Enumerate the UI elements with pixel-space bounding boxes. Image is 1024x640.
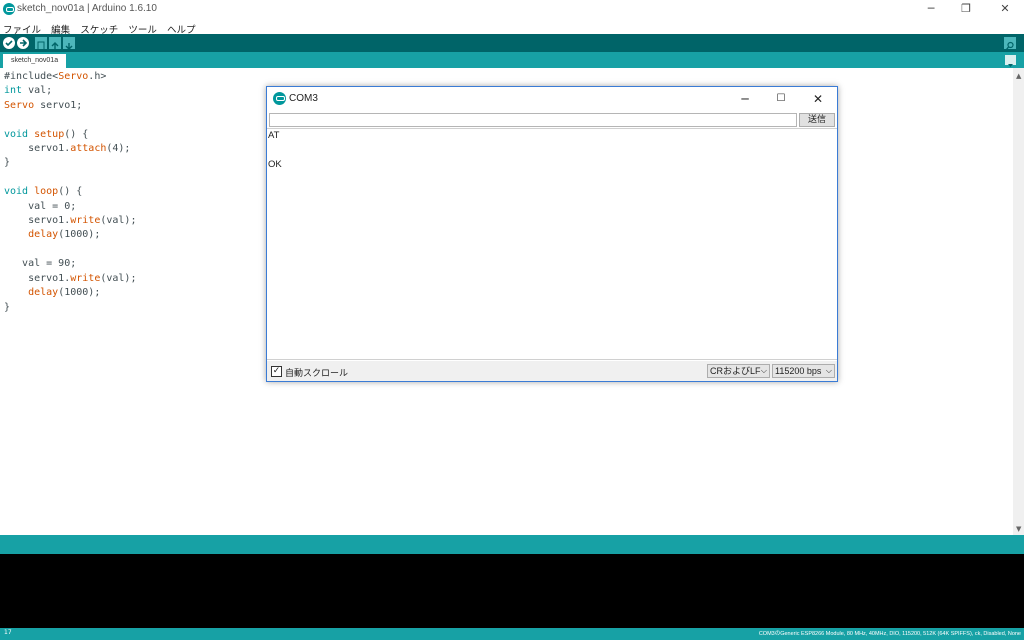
window-titlebar: sketch_nov01a | Arduino 1.6.10 ─ ❐ ✕ [0, 0, 1024, 18]
send-button[interactable]: 送信 [799, 113, 835, 127]
code-line: val = 0; [4, 200, 77, 212]
code-line: void loop() { [4, 186, 83, 198]
output-line: OK [268, 159, 282, 170]
code-line: val = 90; [4, 258, 77, 270]
editor-scrollbar[interactable]: ▲ ▼ [1013, 68, 1024, 535]
code-line: servo1.attach(4); [4, 143, 131, 155]
arrow-down-icon [65, 43, 73, 50]
code-line: } [4, 301, 11, 313]
upload-button[interactable] [17, 37, 29, 49]
serial-close-button[interactable]: ✕ [803, 90, 833, 108]
autoscroll-checkbox[interactable]: ✓ [271, 366, 282, 377]
console-divider[interactable] [0, 535, 1024, 554]
magnifier-icon [1005, 41, 1014, 50]
code-text: #include<Servo.h> int val; Servo servo1; v… [4, 70, 136, 315]
tab-menu-button[interactable] [1005, 55, 1016, 67]
serial-minimize-button[interactable]: ─ [730, 90, 760, 108]
status-bar: 17 COM3のGeneric ESP8266 Module, 80 MHz, … [0, 628, 1024, 640]
minimize-button[interactable]: ─ [914, 0, 948, 18]
code-line: delay(1000); [28, 229, 101, 241]
scroll-down-icon[interactable]: ▼ [1016, 525, 1021, 533]
baud-rate-value: 115200 bps [775, 366, 822, 376]
serial-monitor-window: COM3 ─ ☐ ✕ 送信 AT OK ✓ 自動スクロール CRおよびLF ⌵ … [266, 86, 838, 382]
open-button[interactable] [49, 37, 61, 49]
serial-maximize-button[interactable]: ☐ [766, 90, 796, 108]
tab-sketch[interactable]: sketch_nov01a [3, 54, 67, 68]
line-ending-select[interactable]: CRおよびLF ⌵ [707, 364, 770, 378]
line-ending-value: CRおよびLF [710, 366, 761, 376]
chevron-down-icon: ⌵ [825, 366, 832, 375]
code-line: void setup() { [4, 128, 89, 140]
console-area [0, 554, 1024, 628]
line-number: 17 [4, 629, 12, 636]
tab-bar: sketch_nov01a [0, 52, 1024, 68]
code-line: servo1.write(val); [4, 272, 137, 284]
output-line: AT [268, 130, 280, 141]
serial-monitor-button[interactable] [1004, 37, 1016, 50]
serial-bottom-bar: ✓ 自動スクロール CRおよびLF ⌵ 115200 bps ⌵ [267, 361, 837, 381]
baud-rate-select[interactable]: 115200 bps ⌵ [772, 364, 835, 378]
code-line: delay(1000); [28, 287, 101, 299]
serial-monitor-titlebar: COM3 ─ ☐ ✕ [267, 87, 837, 111]
code-line: #include<Servo.h> [4, 71, 107, 82]
toolbar [0, 34, 1024, 52]
arduino-logo-icon [3, 3, 15, 15]
save-button[interactable] [63, 37, 75, 50]
restore-button[interactable]: ❐ [949, 0, 983, 18]
checkmark-icon [5, 40, 13, 47]
window-title: sketch_nov01a | Arduino 1.6.10 [17, 3, 157, 14]
serial-output: AT OK [267, 128, 837, 360]
serial-monitor-title: COM3 [289, 93, 318, 104]
arrow-right-icon [20, 39, 28, 47]
verify-button[interactable] [3, 37, 15, 49]
arduino-logo-icon [273, 92, 286, 105]
close-button[interactable]: ✕ [988, 0, 1022, 18]
serial-input[interactable] [269, 113, 797, 127]
scroll-up-icon[interactable]: ▲ [1016, 72, 1021, 80]
arrow-up-icon [51, 42, 59, 49]
autoscroll-label: 自動スクロール [285, 369, 349, 379]
new-button[interactable] [35, 37, 47, 51]
code-line: Servo servo1; [4, 99, 83, 111]
board-info: COM3のGeneric ESP8266 Module, 80 MHz, 40M… [758, 631, 1021, 637]
code-line: servo1.write(val); [4, 215, 137, 227]
chevron-down-icon: ⌵ [760, 366, 767, 375]
new-file-icon [37, 41, 45, 51]
code-line: } [4, 157, 11, 169]
menu-bar: ファイル 編集 スケッチ ツール ヘルプ [0, 18, 1024, 36]
code-line: int val; [4, 85, 53, 97]
